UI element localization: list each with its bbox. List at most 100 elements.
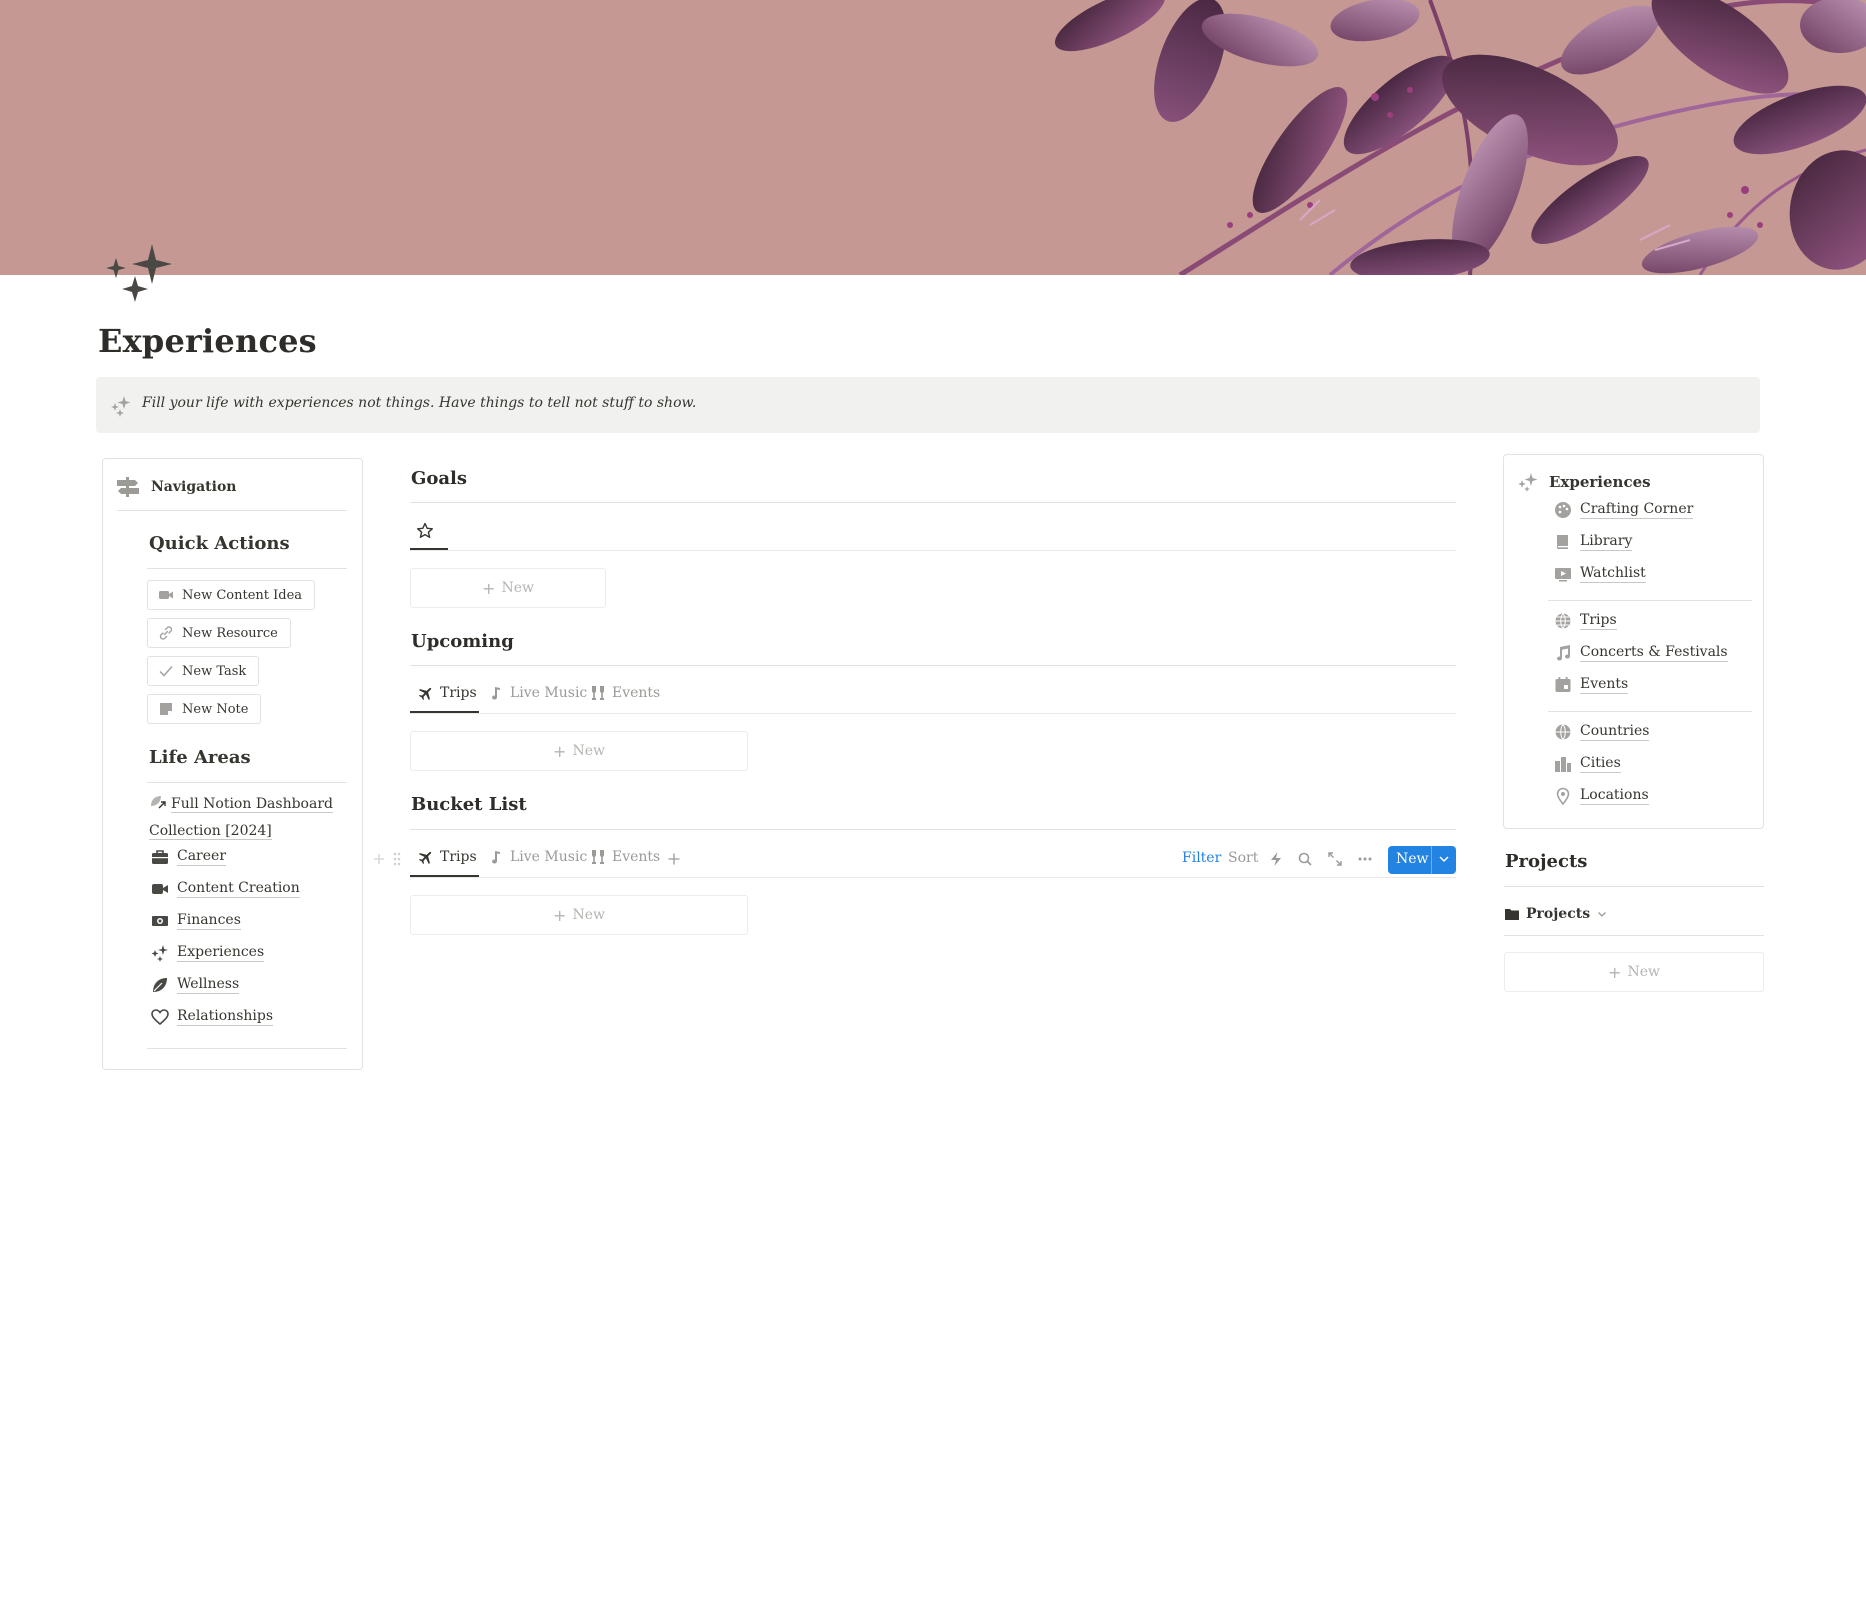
navigation-label: Navigation xyxy=(151,479,237,495)
tab-bar-divider xyxy=(1504,935,1764,936)
divider xyxy=(1548,711,1752,712)
champagne-icon xyxy=(591,686,605,700)
bucket-list-new-button[interactable]: New xyxy=(1388,846,1456,874)
upcoming-new-button[interactable]: + New xyxy=(410,731,748,771)
divider xyxy=(410,502,1456,503)
add-view-plus-icon[interactable] xyxy=(667,852,681,866)
sparkles-icon xyxy=(111,396,131,417)
tab-bar-divider xyxy=(410,550,1456,551)
link-concerts-festivals[interactable]: Concerts & Festivals xyxy=(1554,644,1728,662)
chevron-down-icon[interactable] xyxy=(1437,852,1451,866)
upcoming-tab-live-music[interactable]: Live Music xyxy=(488,685,587,701)
globe-icon xyxy=(1555,724,1571,741)
upcoming-title: Upcoming xyxy=(411,631,514,652)
page-title: Experiences xyxy=(98,322,317,360)
money-bill-icon xyxy=(152,916,168,926)
book-icon xyxy=(1556,535,1568,549)
bucket-tab-events[interactable]: Events xyxy=(590,849,660,865)
navigation-header: Navigation xyxy=(117,477,347,511)
expand-icon[interactable] xyxy=(1327,851,1343,867)
new-task-button[interactable]: New Task xyxy=(147,656,260,686)
life-areas-title: Life Areas xyxy=(149,747,251,768)
upcoming-tab-trips[interactable]: Trips xyxy=(418,685,477,701)
link-countries[interactable]: Countries xyxy=(1554,723,1650,741)
link-events[interactable]: Events xyxy=(1554,676,1629,694)
new-note-button[interactable]: New Note xyxy=(147,694,262,724)
divider xyxy=(410,829,1456,830)
tab-bar-divider xyxy=(410,877,1456,878)
callout-text: Fill your life with experiences not thin… xyxy=(142,395,697,411)
palette-icon xyxy=(1555,502,1571,518)
new-resource-button[interactable]: New Resource xyxy=(147,618,291,648)
calendar-icon xyxy=(1555,677,1571,692)
goals-title: Goals xyxy=(411,468,468,489)
signpost-icon xyxy=(117,477,139,497)
link-trips[interactable]: Trips xyxy=(1554,612,1617,630)
bucket-list-new-row[interactable]: + New xyxy=(410,895,748,935)
life-area-content-creation[interactable]: Content Creation xyxy=(151,880,300,898)
link-watchlist[interactable]: Watchlist xyxy=(1554,565,1646,583)
upcoming-tab-events[interactable]: Events xyxy=(590,685,660,701)
life-area-relationships[interactable]: Relationships xyxy=(151,1008,274,1026)
champagne-icon xyxy=(591,850,605,864)
folder-icon xyxy=(1505,909,1519,920)
link-locations[interactable]: Locations xyxy=(1554,787,1649,805)
leaf-icon xyxy=(153,978,167,992)
life-area-wellness[interactable]: Wellness xyxy=(151,976,240,994)
full-dashboard-link[interactable]: Full Notion Dashboard Collection [2024] xyxy=(149,791,349,845)
life-area-finances[interactable]: Finances xyxy=(151,912,241,930)
video-camera-icon xyxy=(152,884,168,894)
cover-image xyxy=(0,0,1866,275)
projects-new-button[interactable]: + New xyxy=(1504,952,1764,992)
divider xyxy=(147,568,347,569)
sparkles-icon xyxy=(151,945,168,962)
leaf-pattern-illustration xyxy=(1054,0,1866,275)
experiences-header: Experiences xyxy=(1517,471,1651,493)
experiences-links-card: Experiences Crafting Corner Library Watc… xyxy=(1503,454,1764,829)
projects-view-selector[interactable]: Projects xyxy=(1504,906,1608,922)
link-icon xyxy=(159,626,173,640)
heart-icon xyxy=(151,1009,169,1026)
sparkles-icon xyxy=(106,244,172,302)
divider xyxy=(147,782,347,783)
link-library[interactable]: Library xyxy=(1554,533,1633,551)
life-area-career[interactable]: Career xyxy=(151,848,227,866)
add-block-plus-icon[interactable] xyxy=(372,852,386,866)
globe-icon xyxy=(1555,613,1571,630)
tv-play-icon xyxy=(1555,568,1571,582)
more-options-icon[interactable] xyxy=(1357,851,1373,867)
search-icon[interactable] xyxy=(1297,851,1313,867)
filter-button[interactable]: Filter xyxy=(1182,850,1221,866)
plus-icon: + xyxy=(482,578,496,598)
briefcase-icon xyxy=(152,850,168,864)
lightning-icon[interactable] xyxy=(1268,851,1284,867)
divider xyxy=(147,1048,347,1049)
checkmark-icon xyxy=(159,666,173,677)
bucket-tab-live-music[interactable]: Live Music xyxy=(488,849,587,865)
button-separator xyxy=(1431,846,1432,874)
music-notes-icon xyxy=(1557,645,1570,661)
divider xyxy=(1548,600,1752,601)
navigation-card: Navigation Quick Actions New Content Ide… xyxy=(102,458,363,1070)
sparkles-icon xyxy=(1518,473,1538,492)
airplane-icon xyxy=(418,687,432,701)
divider xyxy=(410,665,1456,666)
tab-bar-divider xyxy=(410,713,1456,714)
life-area-experiences[interactable]: Experiences xyxy=(151,944,265,962)
video-camera-icon xyxy=(159,591,173,599)
quote-callout: Fill your life with experiences not thin… xyxy=(96,377,1760,433)
projects-title: Projects xyxy=(1505,851,1588,872)
link-crafting-corner[interactable]: Crafting Corner xyxy=(1554,501,1694,519)
bucket-tab-trips[interactable]: Trips xyxy=(418,849,477,865)
sort-button[interactable]: Sort xyxy=(1228,850,1258,866)
music-note-icon xyxy=(492,851,500,864)
leaf-link-icon xyxy=(151,796,166,809)
new-content-idea-button[interactable]: New Content Idea xyxy=(147,580,316,610)
star-tab-icon[interactable] xyxy=(416,522,434,540)
goals-new-button[interactable]: + New xyxy=(410,568,606,608)
city-buildings-icon xyxy=(1555,757,1571,772)
divider xyxy=(1504,886,1764,887)
drag-handle-icon[interactable] xyxy=(392,851,402,867)
link-cities[interactable]: Cities xyxy=(1554,755,1621,773)
location-pin-icon xyxy=(1556,787,1570,805)
